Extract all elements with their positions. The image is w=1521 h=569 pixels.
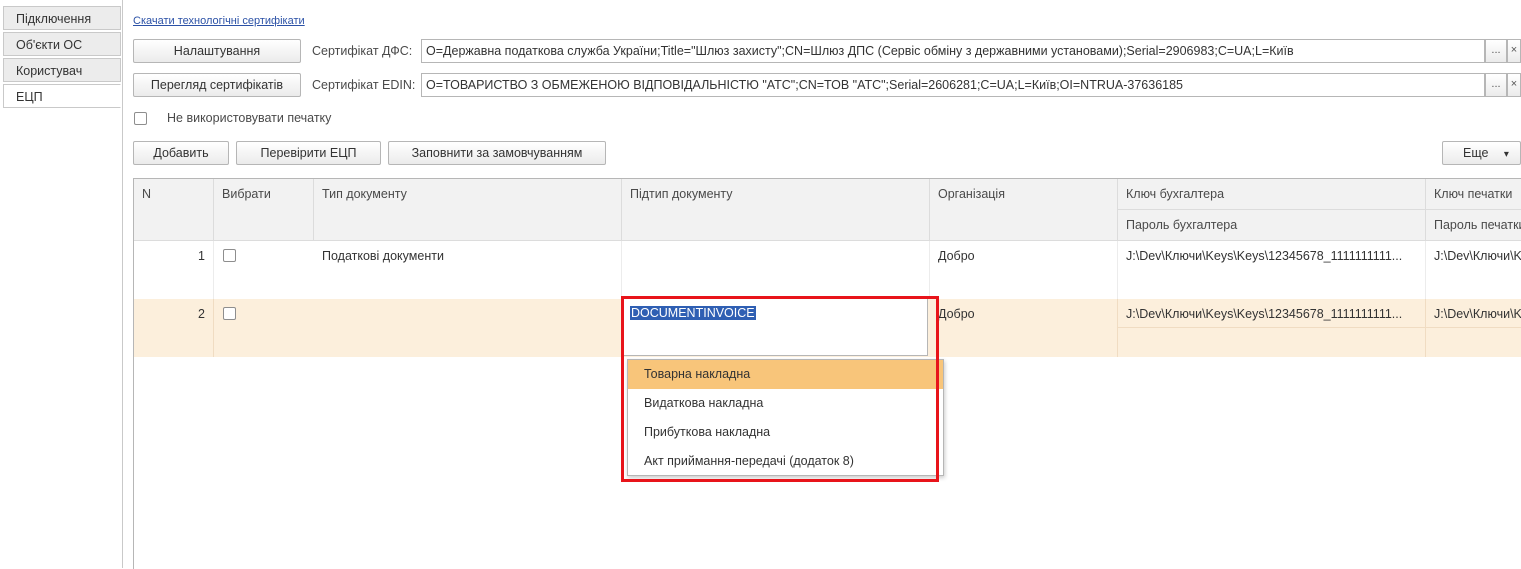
fill-default-button[interactable]: Заповнити за замовчуванням [388,141,606,165]
row-number: 2 [134,299,214,357]
tab-user[interactable]: Користувач [3,58,121,82]
cert-edin-select-button[interactable]: ... [1485,73,1507,97]
row-number: 1 [134,241,214,299]
tab-os-objects[interactable]: Об'єкти ОС [3,32,121,56]
add-button[interactable]: Добавить [133,141,229,165]
row-stamp-key[interactable]: J:\Dev\Ключи\Key [1426,299,1521,328]
row-acc-key[interactable]: J:\Dev\Ключи\Keys\Keys\12345678_11111111… [1118,299,1426,328]
check-ecp-button[interactable]: Перевірити ЕЦП [236,141,381,165]
row-stamp-key[interactable]: J:\Dev\Ключи\Key [1426,241,1521,299]
chevron-down-icon: ▾ [1503,149,1509,160]
header-select: Вибрати [214,179,314,241]
header-stamp-pass: Пароль печатки [1426,210,1521,241]
no-stamp-checkbox[interactable] [134,112,147,125]
settings-button[interactable]: Налаштування [133,39,301,63]
header-n: N [134,179,214,241]
cert-dfs-label: Сертифікат ДФС: [312,44,413,58]
row-acc-key[interactable]: J:\Dev\Ключи\Keys\Keys\12345678_11111111… [1118,241,1426,299]
row-acc-pass[interactable] [1118,328,1426,357]
header-doc-type: Тип документу [314,179,622,241]
download-certs-link[interactable]: Скачати технологічні сертифікати [133,15,305,27]
header-stamp-key: Ключ печатки [1426,179,1521,210]
row-select-checkbox[interactable] [223,307,236,320]
header-org: Організація [930,179,1118,241]
header-acc-key: Ключ бухгалтера [1118,179,1426,210]
header-doc-subtype: Підтип документу [622,179,930,241]
tab-ecp[interactable]: ЕЦП [3,84,121,108]
more-button[interactable]: Еще ▾ [1442,141,1521,165]
highlight-annotation-box [621,296,939,482]
row-stamp-pass[interactable] [1426,328,1521,357]
no-stamp-label: Не використовувати печатку [167,111,332,125]
row-select-checkbox[interactable] [223,249,236,262]
header-acc-pass: Пароль бухгалтера [1118,210,1426,241]
cert-edin-label: Сертифікат EDIN: [312,78,416,92]
more-label: Еще [1463,146,1489,160]
row-org[interactable]: Добро [930,241,1118,299]
cert-edin-field[interactable]: O=ТОВАРИСТВО З ОБМЕЖЕНОЮ ВІДПОВІДАЛЬНІСТ… [421,73,1485,97]
row-doc-type[interactable]: Податкові документи [314,241,622,299]
cert-dfs-select-button[interactable]: ... [1485,39,1507,63]
view-certs-button[interactable]: Перегляд сертифікатів [133,73,301,97]
cert-dfs-field[interactable]: O=Державна податкова служба України;Titl… [421,39,1485,63]
tabs-divider [122,0,123,568]
row-org[interactable]: Добро [930,299,1118,357]
tab-connection[interactable]: Підключення [3,6,121,30]
row-doc-type[interactable] [314,299,622,357]
cert-dfs-clear-button[interactable]: × [1507,39,1521,63]
row-doc-subtype[interactable] [622,241,930,299]
cert-edin-clear-button[interactable]: × [1507,73,1521,97]
